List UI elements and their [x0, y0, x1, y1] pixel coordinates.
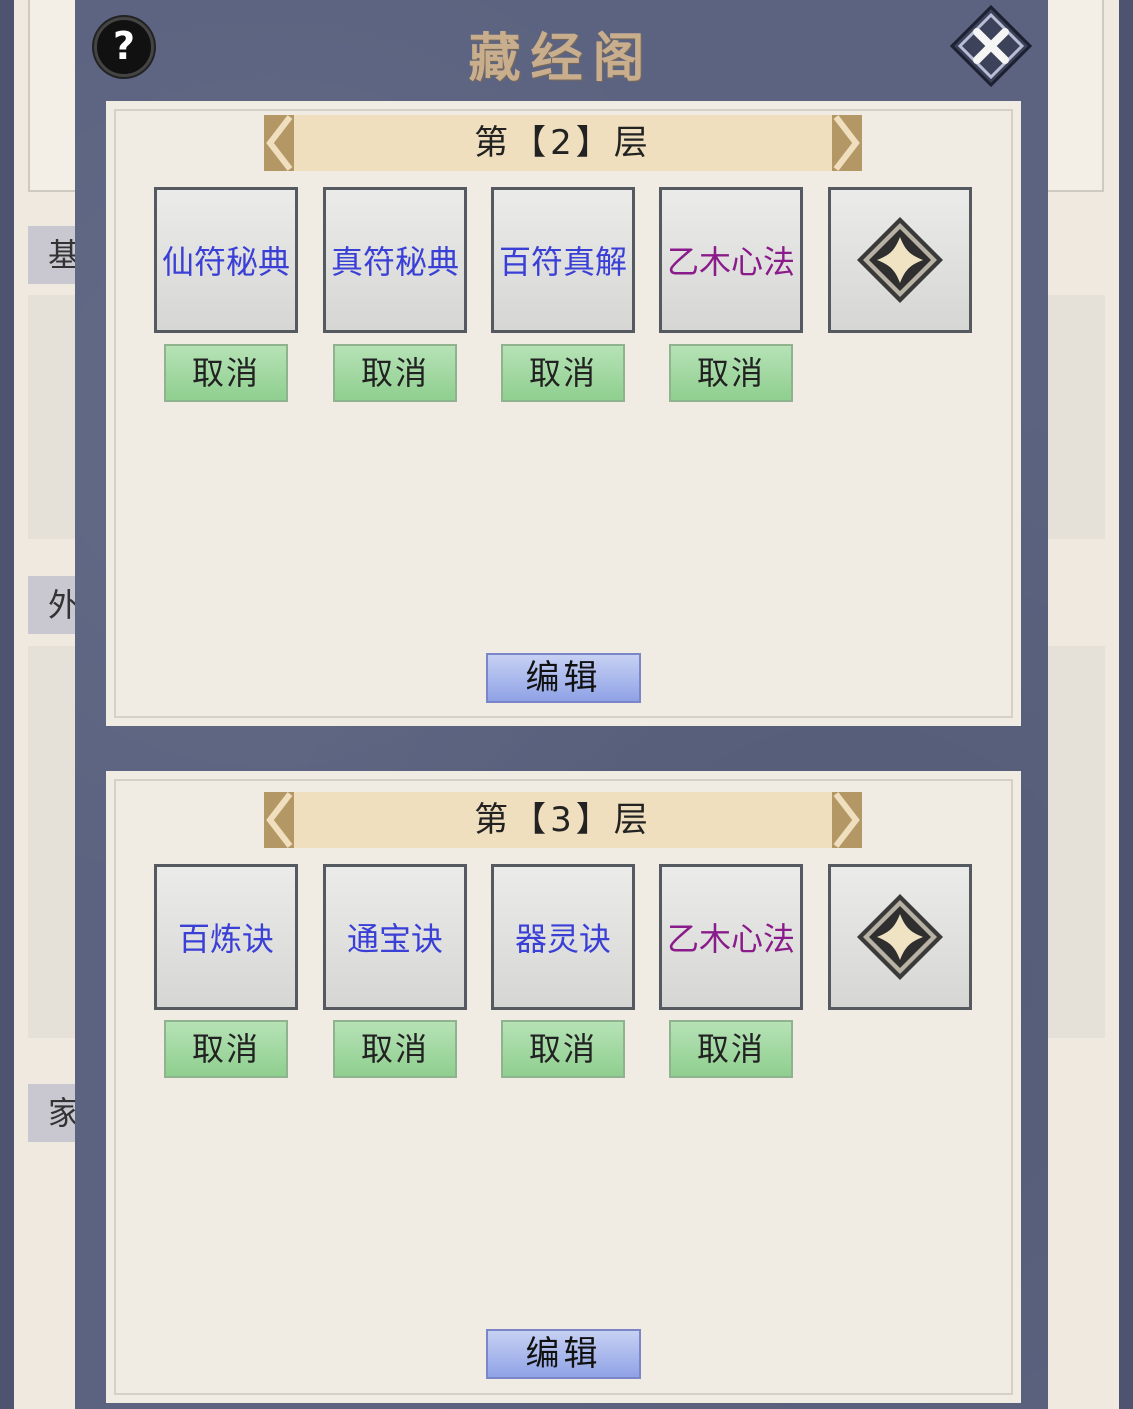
edit-button[interactable]: 编辑: [486, 1329, 641, 1379]
technique-name: 百炼诀: [177, 920, 274, 958]
cancel-button[interactable]: 取消: [501, 344, 625, 402]
technique-name: 百符真解: [498, 243, 627, 281]
plus-icon: [857, 217, 943, 303]
cancel-button[interactable]: 取消: [501, 1020, 625, 1078]
floor-title: 第【2】层: [474, 123, 652, 163]
cancel-button[interactable]: 取消: [333, 1020, 457, 1078]
add-slot-button[interactable]: [828, 187, 972, 333]
background-block: [1045, 295, 1105, 539]
floor-panel-3: 第【3】层 百炼诀 通宝诀 器灵诀 乙木心法 取消 取消 取消 取消 编辑: [106, 771, 1021, 1403]
technique-slot[interactable]: 器灵诀: [491, 864, 635, 1010]
floor-banner: 第【3】层: [264, 792, 862, 848]
floor-title: 第【3】层: [474, 800, 652, 840]
chevron-right-icon[interactable]: [832, 115, 862, 171]
technique-name: 乙木心法: [666, 920, 795, 958]
floor-panel-2: 第【2】层 仙符秘典 真符秘典 百符真解 乙木心法 取消 取消 取消 取消 编辑: [106, 101, 1021, 726]
technique-slot[interactable]: 真符秘典: [323, 187, 467, 333]
plus-icon: [857, 894, 943, 980]
background-right-edge: [1119, 0, 1133, 1409]
cancel-button[interactable]: 取消: [669, 1020, 793, 1078]
technique-slot[interactable]: 乙木心法: [659, 187, 803, 333]
technique-slot[interactable]: 百符真解: [491, 187, 635, 333]
chevron-right-icon[interactable]: [832, 792, 862, 848]
edit-button[interactable]: 编辑: [486, 653, 641, 703]
cancel-button[interactable]: 取消: [669, 344, 793, 402]
technique-name: 仙符秘典: [161, 243, 290, 281]
technique-slot[interactable]: 仙符秘典: [154, 187, 298, 333]
cancel-button[interactable]: 取消: [164, 1020, 288, 1078]
technique-slot[interactable]: 乙木心法: [659, 864, 803, 1010]
window-title: 藏经阁: [468, 28, 655, 89]
technique-slot[interactable]: 百炼诀: [154, 864, 298, 1010]
cancel-button[interactable]: 取消: [333, 344, 457, 402]
technique-name: 器灵诀: [514, 920, 611, 958]
technique-slot[interactable]: 通宝诀: [323, 864, 467, 1010]
question-icon: ?: [112, 24, 136, 68]
technique-name: 乙木心法: [666, 243, 795, 281]
floor-banner: 第【2】层: [264, 115, 862, 171]
cancel-button[interactable]: 取消: [164, 344, 288, 402]
help-button[interactable]: ?: [94, 17, 154, 77]
technique-name: 真符秘典: [330, 243, 459, 281]
add-slot-button[interactable]: [828, 864, 972, 1010]
close-icon[interactable]: [950, 5, 1032, 87]
technique-name: 通宝诀: [346, 920, 443, 958]
background-left-edge: [0, 0, 14, 1409]
background-block: [1045, 646, 1105, 1038]
